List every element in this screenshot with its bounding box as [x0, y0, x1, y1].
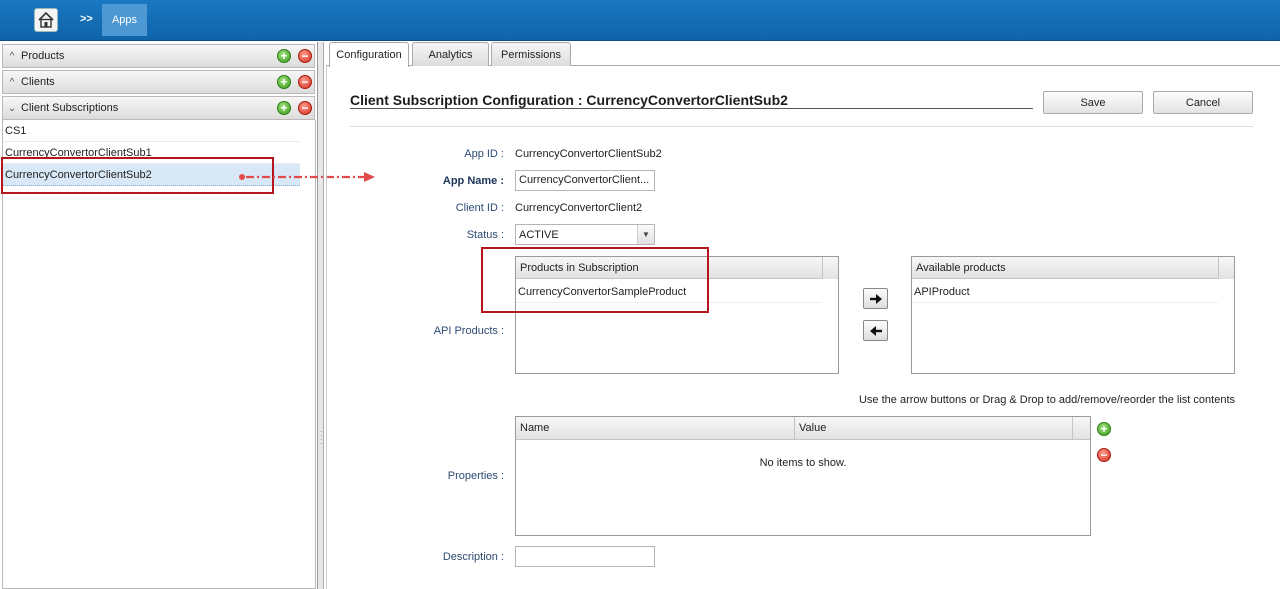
properties-grid: Name Value No items to show. — [515, 416, 1091, 536]
section-clients[interactable]: ^ Clients + − — [2, 70, 315, 94]
app-id-label: App ID : — [464, 148, 504, 160]
remove-property-icon[interactable]: − — [1097, 448, 1111, 462]
column-header-end — [822, 257, 838, 279]
add-property-icon[interactable]: + — [1097, 422, 1111, 436]
section-products[interactable]: ^ Products + − — [2, 44, 315, 68]
tab-bar: Configuration Analytics Permissions — [326, 42, 1280, 67]
list-item[interactable]: CS1 — [3, 120, 300, 142]
column-header-value[interactable]: Value — [795, 417, 1073, 440]
section-client-subscriptions[interactable]: ⌄ Client Subscriptions + − — [2, 96, 315, 120]
subscription-list: CS1 CurrencyConvertorClientSub1 Currency… — [2, 120, 316, 589]
section-label: Client Subscriptions — [21, 102, 119, 114]
list-item[interactable]: CurrencyConvertorClientSub1 — [3, 142, 300, 164]
chevron-down-icon[interactable]: ▼ — [637, 225, 654, 244]
breadcrumb-separator: >> — [80, 13, 93, 25]
chevron-down-icon[interactable]: ⌄ — [3, 103, 21, 114]
app-name-label: App Name : — [442, 175, 504, 187]
column-header: Available products — [912, 257, 1218, 279]
column-header: Products in Subscription — [516, 257, 822, 279]
drag-drop-hint: Use the arrow buttons or Drag & Drop to … — [858, 394, 1235, 406]
breadcrumb-apps[interactable]: Apps — [102, 4, 147, 36]
remove-subscription-icon[interactable]: − — [298, 101, 312, 115]
column-header-name[interactable]: Name — [516, 417, 795, 440]
properties-label: Properties : — [447, 470, 504, 482]
chevron-up-icon[interactable]: ^ — [3, 51, 21, 62]
tab-configuration[interactable]: Configuration — [329, 42, 409, 67]
arrow-left-icon — [869, 325, 882, 336]
grip-icon: · · · · — [320, 427, 323, 448]
left-panel: ^ Products + − ^ Clients + − ⌄ Client Su… — [0, 42, 318, 589]
status-select[interactable]: ACTIVE ▼ — [515, 224, 655, 245]
section-label: Clients — [21, 76, 55, 88]
tab-analytics[interactable]: Analytics — [412, 42, 489, 66]
remove-client-icon[interactable]: − — [298, 75, 312, 89]
divider — [350, 126, 1253, 127]
description-label: Description : — [442, 551, 504, 563]
panel-splitter[interactable]: · · · · — [318, 42, 324, 589]
save-button[interactable]: Save — [1043, 91, 1143, 114]
remove-product-icon[interactable]: − — [298, 49, 312, 63]
tab-permissions[interactable]: Permissions — [491, 42, 571, 66]
list-item[interactable]: APIProduct — [912, 281, 1218, 303]
status-value: ACTIVE — [519, 229, 559, 241]
products-in-subscription-list: Products in Subscription CurrencyConvert… — [515, 256, 839, 374]
empty-message: No items to show. — [759, 457, 847, 469]
home-button[interactable] — [34, 8, 58, 32]
available-products-list: Available products APIProduct — [911, 256, 1235, 374]
top-bar: >> Apps — [0, 0, 1280, 41]
page-title: Client Subscription Configuration : Curr… — [350, 92, 1033, 109]
section-label: Products — [21, 50, 65, 62]
add-to-subscription-button[interactable] — [863, 288, 888, 309]
client-id-label: Client ID : — [455, 202, 504, 214]
arrow-right-icon — [869, 293, 882, 304]
home-icon — [38, 11, 54, 28]
api-products-label: API Products : — [433, 325, 504, 337]
app-name-field[interactable]: CurrencyConvertorClient... — [515, 170, 655, 191]
add-subscription-icon[interactable]: + — [277, 101, 291, 115]
remove-from-subscription-button[interactable] — [863, 320, 888, 341]
add-product-icon[interactable]: + — [277, 49, 291, 63]
add-client-icon[interactable]: + — [277, 75, 291, 89]
cancel-button[interactable]: Cancel — [1153, 91, 1253, 114]
list-item[interactable]: CurrencyConvertorSampleProduct — [516, 281, 822, 303]
chevron-up-icon[interactable]: ^ — [3, 77, 21, 88]
column-header-end — [1073, 417, 1090, 440]
column-header-end — [1218, 257, 1234, 279]
client-id-value: CurrencyConvertorClient2 — [515, 202, 643, 214]
app-id-value: CurrencyConvertorClientSub2 — [515, 148, 662, 160]
status-label: Status : — [466, 229, 504, 241]
description-field[interactable] — [515, 546, 655, 567]
